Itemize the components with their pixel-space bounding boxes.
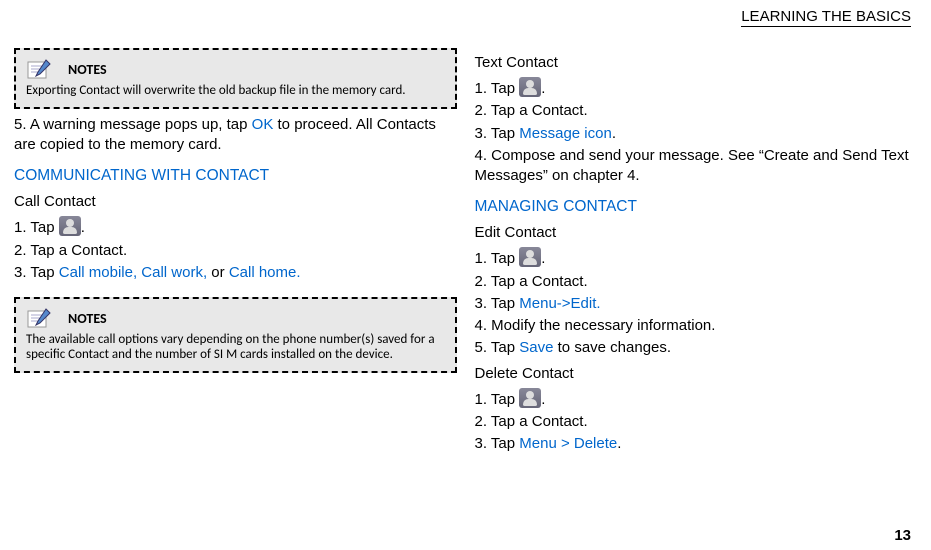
edit-step-5a: 5. Tap <box>475 339 520 356</box>
note-1-title: NOTES <box>68 61 107 78</box>
text-step-1: 1. Tap . <box>475 77 918 99</box>
note-2-title: NOTES <box>68 310 107 327</box>
text-step-3: 3. Tap Message icon. <box>475 124 918 144</box>
edit-step-5b: to save changes. <box>553 339 671 356</box>
text-step-1a: 1. Tap <box>475 80 520 97</box>
text-step-1b: . <box>541 80 545 97</box>
call-step-2: 2. Tap a Contact. <box>14 241 457 261</box>
note-2-body: The available call options vary dependin… <box>26 333 445 363</box>
subheading-edit-contact: Edit Contact <box>475 224 918 241</box>
heading-managing: MANAGING CONTACT <box>475 198 918 216</box>
contacts-icon <box>519 247 541 267</box>
note-box-2: NOTES The available call options vary de… <box>14 297 457 373</box>
notes-icon <box>26 58 52 80</box>
subheading-delete-contact: Delete Contact <box>475 365 918 382</box>
delete-step-2: 2. Tap a Contact. <box>475 412 918 432</box>
message-icon-link: Message icon <box>519 125 612 142</box>
contacts-icon <box>519 77 541 97</box>
left-column: NOTES Exporting Contact will overwrite t… <box>14 48 457 456</box>
heading-communicating: COMMUNICATING WITH CONTACT <box>14 167 457 185</box>
edit-step-1: 1. Tap . <box>475 247 918 269</box>
call-step-3a: 3. Tap <box>14 264 59 281</box>
text-step-4: 4. Compose and send your message. See “C… <box>475 146 918 187</box>
delete-step-1b: . <box>541 391 545 408</box>
edit-step-3a: 3. Tap <box>475 295 520 312</box>
call-mobile-work-link: Call mobile, Call work, <box>59 264 207 281</box>
text-step-2: 2. Tap a Contact. <box>475 101 918 121</box>
step-5: 5. A warning message pops up, tap OK to … <box>14 115 457 156</box>
notes-icon <box>26 307 52 329</box>
text-step-3a: 3. Tap <box>475 125 520 142</box>
delete-step-3a: 3. Tap <box>475 435 520 452</box>
subheading-call-contact: Call Contact <box>14 193 457 210</box>
delete-step-1a: 1. Tap <box>475 391 520 408</box>
page-number: 13 <box>894 527 911 544</box>
delete-step-3b: . <box>617 435 621 452</box>
ok-link: OK <box>252 116 274 133</box>
call-step-1: 1. Tap . <box>14 216 457 238</box>
call-step-1a: 1. Tap <box>14 219 59 236</box>
page-header: LEARNING THE BASICS <box>741 8 911 27</box>
edit-step-5: 5. Tap Save to save changes. <box>475 338 918 358</box>
menu-delete-link: Menu > Delete <box>519 435 617 452</box>
call-step-3: 3. Tap Call mobile, Call work, or Call h… <box>14 263 457 283</box>
edit-step-1b: . <box>541 250 545 267</box>
note-1-body: Exporting Contact will overwrite the old… <box>26 84 445 99</box>
menu-edit-link: Menu->Edit. <box>519 295 600 312</box>
note-box-1: NOTES Exporting Contact will overwrite t… <box>14 48 457 109</box>
step-5-text-a: 5. A warning message pops up, tap <box>14 116 252 133</box>
contacts-icon <box>59 216 81 236</box>
call-step-1b: . <box>81 219 85 236</box>
save-link: Save <box>519 339 553 356</box>
edit-step-2: 2. Tap a Contact. <box>475 272 918 292</box>
delete-step-1: 1. Tap . <box>475 388 918 410</box>
text-step-3b: . <box>612 125 616 142</box>
delete-step-3: 3. Tap Menu > Delete. <box>475 434 918 454</box>
edit-step-1a: 1. Tap <box>475 250 520 267</box>
subheading-text-contact: Text Contact <box>475 54 918 71</box>
right-column: Text Contact 1. Tap . 2. Tap a Contact. … <box>475 48 918 456</box>
edit-step-4: 4. Modify the necessary information. <box>475 316 918 336</box>
contacts-icon <box>519 388 541 408</box>
call-step-3mid: or <box>207 264 229 281</box>
call-home-link: Call home. <box>229 264 301 281</box>
edit-step-3: 3. Tap Menu->Edit. <box>475 294 918 314</box>
